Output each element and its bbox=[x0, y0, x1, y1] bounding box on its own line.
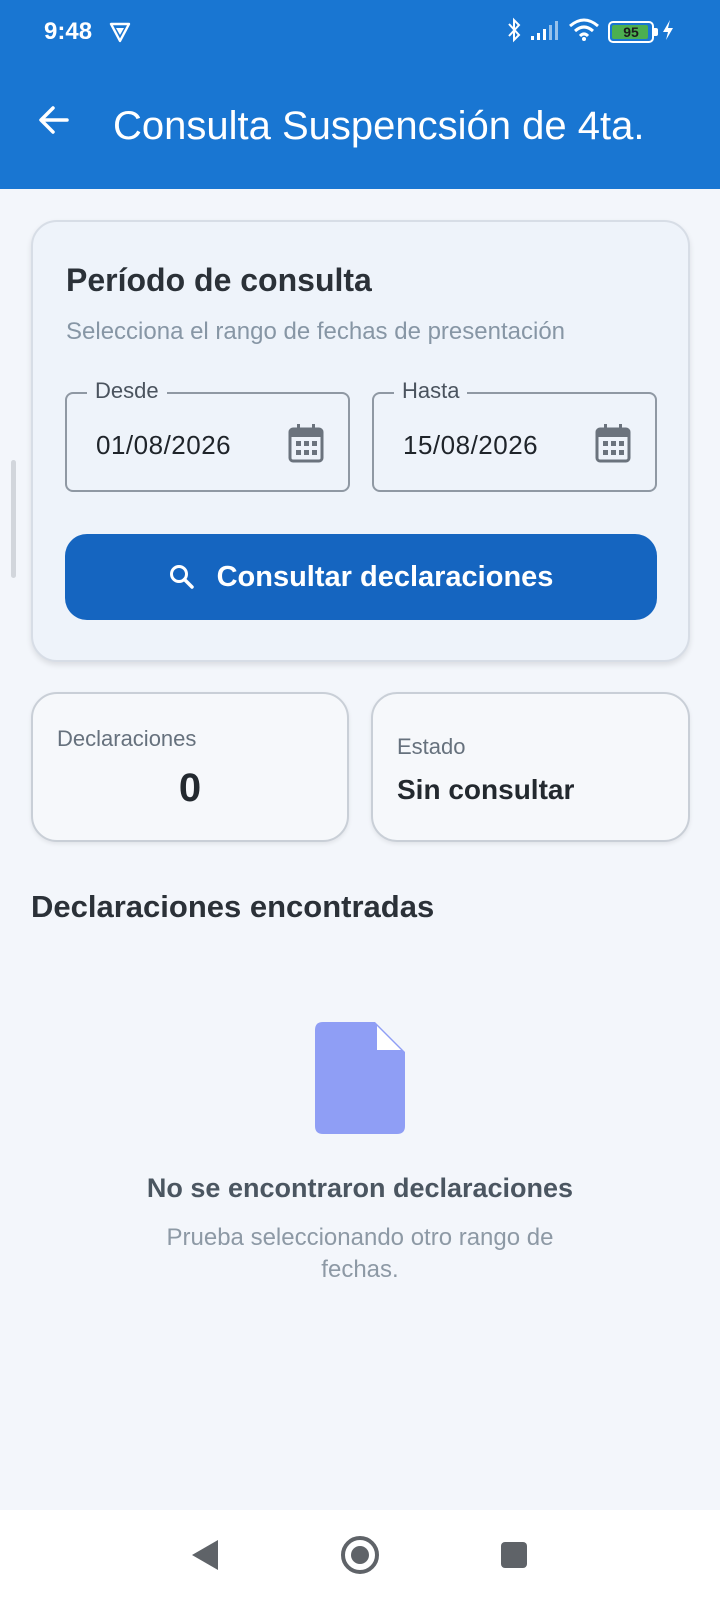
calendar-icon[interactable] bbox=[595, 423, 631, 463]
declarations-count-label: Declaraciones bbox=[57, 726, 197, 751]
search-declarations-button[interactable]: Consultar declaraciones bbox=[65, 534, 657, 620]
search-icon bbox=[169, 565, 194, 589]
nav-home-icon[interactable] bbox=[337, 1532, 383, 1578]
empty-state-title: No se encontraron declaraciones bbox=[146, 1173, 574, 1203]
declarations-count-card: Declaraciones 0 bbox=[31, 692, 349, 842]
app-screen: 9:48 95 Consulta Suspencsión de 4ta. Per… bbox=[0, 0, 720, 1600]
declarations-count-value: 0 bbox=[178, 766, 202, 810]
status-label: Estado bbox=[397, 734, 466, 759]
system-nav-bar bbox=[0, 1510, 720, 1600]
nav-back-icon[interactable] bbox=[182, 1532, 228, 1578]
battery-level: 95 bbox=[623, 24, 639, 40]
battery-icon: 95 bbox=[608, 21, 658, 43]
date-to-value: 15/08/2026 bbox=[403, 430, 539, 460]
search-button-label: Consultar declaraciones bbox=[216, 560, 554, 593]
date-from-label: Desde bbox=[87, 378, 167, 404]
status-value: Sin consultar bbox=[397, 774, 575, 805]
date-from-value: 01/08/2026 bbox=[96, 430, 232, 460]
back-button[interactable] bbox=[30, 96, 78, 144]
bluetooth-icon bbox=[506, 17, 522, 48]
arrow-back-icon bbox=[39, 106, 69, 134]
scrollbar[interactable] bbox=[11, 460, 16, 578]
period-card: Período de consulta Selecciona el rango … bbox=[31, 220, 690, 662]
period-title: Período de consulta bbox=[66, 262, 372, 298]
page-title: Consulta Suspencsión de 4ta. bbox=[113, 104, 645, 148]
status-icons: 95 bbox=[506, 17, 674, 47]
document-icon bbox=[315, 1022, 405, 1134]
wifi-icon bbox=[568, 18, 600, 47]
period-subtitle: Selecciona el rango de fechas de present… bbox=[66, 318, 566, 345]
nav-recents-icon[interactable] bbox=[491, 1532, 537, 1578]
status-bar: 9:48 95 bbox=[0, 0, 720, 66]
top-bar: 9:48 95 Consulta Suspencsión de 4ta. bbox=[0, 0, 720, 189]
battery-tip bbox=[654, 28, 658, 36]
empty-state-subtitle: Prueba seleccionando otro rango de fecha… bbox=[166, 1224, 554, 1283]
charging-icon bbox=[662, 19, 674, 46]
app-bar: Consulta Suspencsión de 4ta. bbox=[0, 66, 720, 189]
status-card: Estado Sin consultar bbox=[371, 692, 690, 842]
shield-icon bbox=[109, 21, 131, 43]
status-time: 9:48 bbox=[44, 18, 93, 45]
date-from-field[interactable]: Desde 01/08/2026 bbox=[65, 378, 350, 492]
date-to-field[interactable]: Hasta 15/08/2026 bbox=[372, 378, 657, 492]
results-title: Declaraciones encontradas bbox=[31, 889, 435, 924]
date-to-label: Hasta bbox=[394, 378, 468, 404]
calendar-icon[interactable] bbox=[288, 423, 324, 463]
signal-icon bbox=[530, 19, 560, 46]
